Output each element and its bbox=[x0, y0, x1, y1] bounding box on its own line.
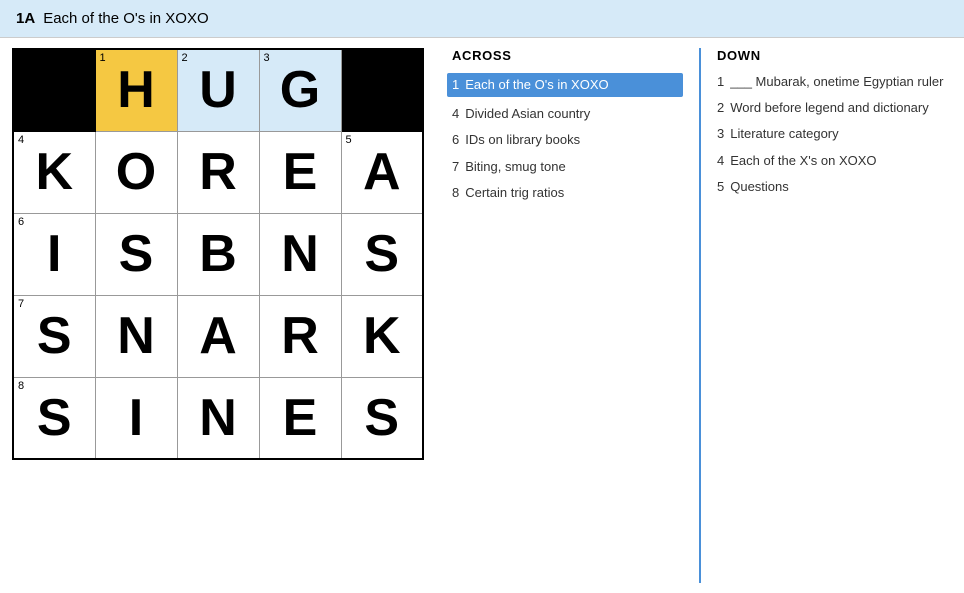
cell-letter-r0-c2: U bbox=[199, 61, 237, 119]
clue-num-down-1: 1 bbox=[717, 73, 724, 91]
cell-letter-r2-c0: I bbox=[47, 225, 61, 283]
grid-area: 1H2U3G4KORE5A6ISBNS7SNARK8SINES bbox=[0, 38, 436, 593]
across-clue-6[interactable]: 6 IDs on library books bbox=[452, 131, 683, 149]
cell-letter-r4-c4: S bbox=[364, 389, 399, 447]
cell-r1-c1[interactable]: O bbox=[95, 131, 177, 213]
down-clues-list: 1 ___ Mubarak, onetime Egyptian ruler 2 Wor… bbox=[717, 73, 948, 196]
clue-num-down-2: 2 bbox=[717, 99, 724, 117]
cell-r3-c1[interactable]: N bbox=[95, 295, 177, 377]
cell-letter-r1-c4: A bbox=[363, 143, 401, 201]
clue-num-down-3: 3 bbox=[717, 125, 724, 143]
cell-number-r4-c0: 8 bbox=[18, 381, 24, 392]
cell-letter-r1-c0: K bbox=[35, 143, 73, 201]
cell-r1-c0[interactable]: 4K bbox=[13, 131, 95, 213]
cell-r2-c1[interactable]: S bbox=[95, 213, 177, 295]
clue-text-across-7: Biting, smug tone bbox=[465, 158, 565, 176]
cell-number-r0-c2: 2 bbox=[182, 53, 188, 64]
clue-text-down-1: ___ Mubarak, onetime Egyptian ruler bbox=[730, 73, 943, 91]
cell-r3-c2[interactable]: A bbox=[177, 295, 259, 377]
clue-text-across-8: Certain trig ratios bbox=[465, 184, 564, 202]
cell-letter-r3-c4: K bbox=[363, 307, 401, 365]
cell-letter-r0-c1: H bbox=[117, 61, 155, 119]
clues-panel: ACROSS 1 Each of the O's in XOXO 4 Divided … bbox=[436, 38, 964, 593]
cell-letter-r4-c1: I bbox=[129, 389, 143, 447]
down-clue-3[interactable]: 3 Literature category bbox=[717, 125, 948, 143]
cell-letter-r3-c0: S bbox=[37, 307, 72, 365]
cell-r0-c0[interactable] bbox=[13, 49, 95, 131]
cell-number-r3-c0: 7 bbox=[18, 299, 24, 310]
crossword-grid[interactable]: 1H2U3G4KORE5A6ISBNS7SNARK8SINES bbox=[12, 48, 424, 460]
cell-r4-c4[interactable]: S bbox=[341, 377, 423, 459]
across-clue-4[interactable]: 4 Divided Asian country bbox=[452, 105, 683, 123]
down-clue-5[interactable]: 5 Questions bbox=[717, 178, 948, 196]
cell-r1-c3[interactable]: E bbox=[259, 131, 341, 213]
cell-r2-c2[interactable]: B bbox=[177, 213, 259, 295]
cell-r2-c3[interactable]: N bbox=[259, 213, 341, 295]
across-clues-list: 1 Each of the O's in XOXO 4 Divided Asian c… bbox=[452, 73, 683, 202]
clue-text-down-4: Each of the X's on XOXO bbox=[730, 152, 876, 170]
cell-r4-c1[interactable]: I bbox=[95, 377, 177, 459]
cell-r4-c3[interactable]: E bbox=[259, 377, 341, 459]
cell-number-r0-c3: 3 bbox=[264, 53, 270, 64]
clue-num-across-6: 6 bbox=[452, 131, 459, 149]
down-title: DOWN bbox=[717, 48, 948, 63]
cell-number-r1-c0: 4 bbox=[18, 135, 24, 146]
down-clue-2[interactable]: 2 Word before legend and dictionary bbox=[717, 99, 948, 117]
cell-letter-r2-c4: S bbox=[364, 225, 399, 283]
cell-number-r1-c4: 5 bbox=[346, 135, 352, 146]
down-clue-1[interactable]: 1 ___ Mubarak, onetime Egyptian ruler bbox=[717, 73, 948, 91]
cell-letter-r3-c1: N bbox=[117, 307, 155, 365]
across-clue-1[interactable]: 1 Each of the O's in XOXO bbox=[447, 73, 683, 97]
cell-letter-r3-c2: A bbox=[199, 307, 237, 365]
top-clue-number: 1A bbox=[16, 10, 35, 27]
across-clue-8[interactable]: 8 Certain trig ratios bbox=[452, 184, 683, 202]
cell-letter-r0-c3: G bbox=[280, 61, 320, 119]
clue-text-down-5: Questions bbox=[730, 178, 789, 196]
across-title: ACROSS bbox=[452, 48, 683, 63]
cell-number-r2-c0: 6 bbox=[18, 217, 24, 228]
clue-text-across-4: Divided Asian country bbox=[465, 105, 590, 123]
cell-number-r0-c1: 1 bbox=[100, 53, 106, 64]
cell-r3-c0[interactable]: 7S bbox=[13, 295, 95, 377]
cell-r3-c4[interactable]: K bbox=[341, 295, 423, 377]
clue-text-across-1: Each of the O's in XOXO bbox=[465, 76, 608, 94]
cell-letter-r2-c1: S bbox=[119, 225, 154, 283]
top-clue-bar: 1A Each of the O's in XOXO bbox=[0, 0, 964, 38]
cell-r3-c3[interactable]: R bbox=[259, 295, 341, 377]
cell-letter-r1-c2: R bbox=[199, 143, 237, 201]
clue-text-down-2: Word before legend and dictionary bbox=[730, 99, 929, 117]
clue-num-across-7: 7 bbox=[452, 158, 459, 176]
top-clue-text: Each of the O's in XOXO bbox=[43, 10, 208, 27]
clue-num-across-8: 8 bbox=[452, 184, 459, 202]
cell-r2-c4[interactable]: S bbox=[341, 213, 423, 295]
clue-text-down-3: Literature category bbox=[730, 125, 838, 143]
cell-r4-c2[interactable]: N bbox=[177, 377, 259, 459]
across-clue-7[interactable]: 7 Biting, smug tone bbox=[452, 158, 683, 176]
across-column: ACROSS 1 Each of the O's in XOXO 4 Divided … bbox=[436, 48, 699, 583]
cell-letter-r2-c3: N bbox=[281, 225, 319, 283]
clue-num-across-1: 1 bbox=[452, 76, 459, 94]
cell-r0-c3[interactable]: 3G bbox=[259, 49, 341, 131]
cell-letter-r2-c2: B bbox=[199, 225, 237, 283]
clue-num-across-4: 4 bbox=[452, 105, 459, 123]
cell-letter-r1-c1: O bbox=[116, 143, 156, 201]
cell-letter-r4-c0: S bbox=[37, 389, 72, 447]
cell-r4-c0[interactable]: 8S bbox=[13, 377, 95, 459]
cell-letter-r4-c2: N bbox=[199, 389, 237, 447]
cell-r1-c4[interactable]: 5A bbox=[341, 131, 423, 213]
cell-r0-c1[interactable]: 1H bbox=[95, 49, 177, 131]
cell-letter-r4-c3: E bbox=[283, 389, 318, 447]
cell-letter-r3-c3: R bbox=[281, 307, 319, 365]
clue-num-down-4: 4 bbox=[717, 152, 724, 170]
cell-letter-r1-c3: E bbox=[283, 143, 318, 201]
down-column: DOWN 1 ___ Mubarak, onetime Egyptian rule… bbox=[701, 48, 964, 583]
cell-r2-c0[interactable]: 6I bbox=[13, 213, 95, 295]
clue-num-down-5: 5 bbox=[717, 178, 724, 196]
main-content: 1H2U3G4KORE5A6ISBNS7SNARK8SINES ACROSS 1… bbox=[0, 38, 964, 593]
cell-r0-c2[interactable]: 2U bbox=[177, 49, 259, 131]
cell-r0-c4[interactable] bbox=[341, 49, 423, 131]
clue-text-across-6: IDs on library books bbox=[465, 131, 580, 149]
cell-r1-c2[interactable]: R bbox=[177, 131, 259, 213]
down-clue-4[interactable]: 4 Each of the X's on XOXO bbox=[717, 152, 948, 170]
